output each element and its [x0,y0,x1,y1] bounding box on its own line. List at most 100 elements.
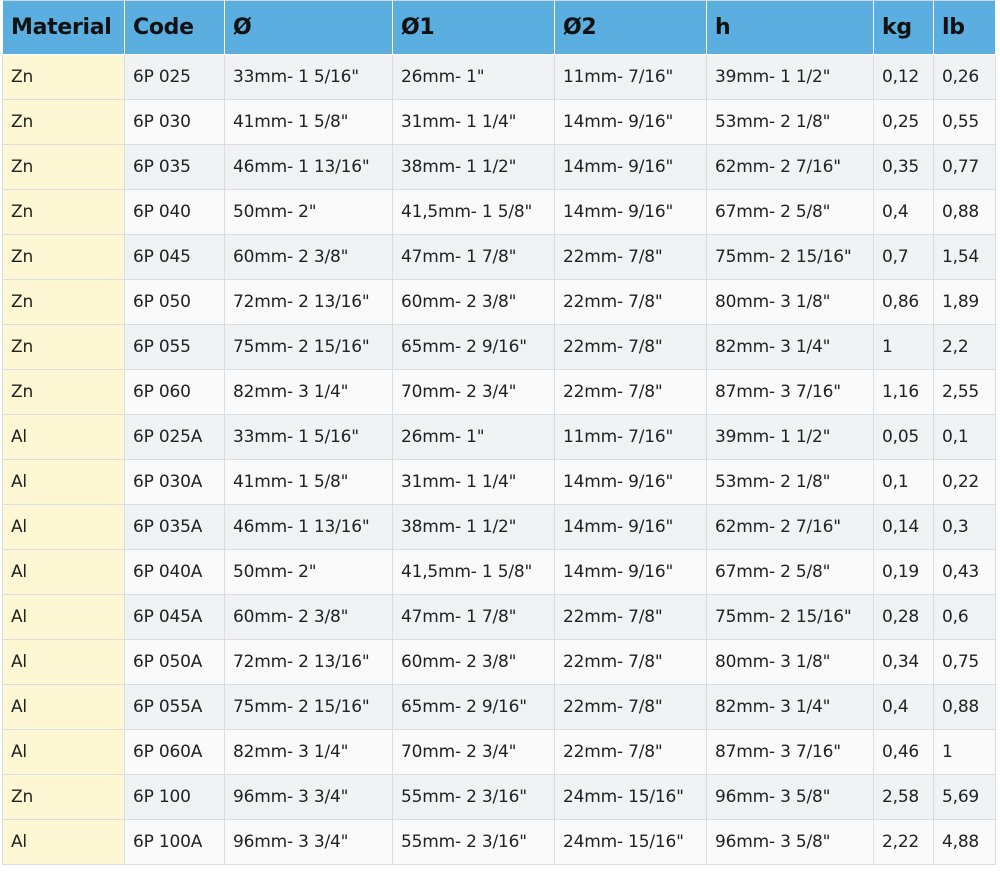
cell-diameter-1: 65mm- 2 9/16" [392,684,555,730]
cell-diameter-2: 22mm- 7/8" [554,684,707,730]
cell-weight-kg: 0,46 [873,729,934,775]
cell-weight-lb: 0,3 [933,504,996,550]
cell-diameter-2: 14mm- 9/16" [554,504,707,550]
column-header-code: Code [124,0,225,55]
cell-weight-lb: 0,55 [933,99,996,145]
cell-code: 6P 060A [124,729,225,775]
table-row: Al 6P 050A 72mm- 2 13/16" 60mm- 2 3/8" 22mm-… [2,639,996,685]
table-row: Al 6P 025A 33mm- 1 5/16" 26mm- 1" 11mm- 7/16… [2,414,996,460]
cell-material: Zn [2,234,125,280]
cell-weight-kg: 1 [873,324,934,370]
cell-code: 6P 040A [124,549,225,595]
cell-weight-lb: 0,88 [933,684,996,730]
cell-weight-lb: 0,22 [933,459,996,505]
cell-height: 80mm- 3 1/8" [706,279,874,325]
cell-height: 80mm- 3 1/8" [706,639,874,685]
cell-weight-kg: 0,86 [873,279,934,325]
cell-diameter-1: 26mm- 1" [392,414,555,460]
cell-diameter-2: 24mm- 15/16" [554,819,707,865]
cell-weight-lb: 1 [933,729,996,775]
cell-material: Zn [2,54,125,100]
cell-material: Al [2,504,125,550]
table-row: Al 6P 060A 82mm- 3 1/4" 70mm- 2 3/4" 22mm- 7… [2,729,996,775]
table-row: Zn 6P 040 50mm- 2" 41,5mm- 1 5/8" 14mm- 9/16… [2,189,996,235]
cell-height: 62mm- 2 7/16" [706,144,874,190]
cell-diameter-1: 47mm- 1 7/8" [392,234,555,280]
cell-material: Al [2,459,125,505]
cell-diameter-1: 55mm- 2 3/16" [392,819,555,865]
cell-material: Zn [2,144,125,190]
cell-diameter-1: 60mm- 2 3/8" [392,279,555,325]
cell-diameter-2: 14mm- 9/16" [554,549,707,595]
cell-height: 39mm- 1 1/2" [706,414,874,460]
cell-diameter: 33mm- 1 5/16" [224,54,393,100]
cell-diameter-1: 41,5mm- 1 5/8" [392,549,555,595]
cell-material: Zn [2,324,125,370]
cell-diameter: 41mm- 1 5/8" [224,459,393,505]
cell-diameter-2: 24mm- 15/16" [554,774,707,820]
page: Material Code Ø Ø1 Ø2 h kg lb Zn 6P 025 33mm- 1 5… [0,0,1000,877]
cell-weight-kg: 0,4 [873,684,934,730]
cell-weight-kg: 0,12 [873,54,934,100]
cell-code: 6P 030A [124,459,225,505]
cell-code: 6P 055A [124,684,225,730]
cell-weight-lb: 0,77 [933,144,996,190]
cell-weight-kg: 0,4 [873,189,934,235]
table-row: Zn 6P 035 46mm- 1 13/16" 38mm- 1 1/2" 14mm- … [2,144,996,190]
cell-diameter: 75mm- 2 15/16" [224,324,393,370]
cell-weight-lb: 5,69 [933,774,996,820]
column-header-weight-lb: lb [933,0,996,55]
cell-material: Al [2,684,125,730]
cell-diameter-1: 47mm- 1 7/8" [392,594,555,640]
cell-diameter-2: 14mm- 9/16" [554,144,707,190]
cell-height: 87mm- 3 7/16" [706,369,874,415]
column-header-diameter-1: Ø1 [392,0,555,55]
cell-diameter-2: 22mm- 7/8" [554,234,707,280]
cell-code: 6P 050A [124,639,225,685]
table-row: Zn 6P 060 82mm- 3 1/4" 70mm- 2 3/4" 22mm- 7/… [2,369,996,415]
cell-weight-lb: 2,2 [933,324,996,370]
cell-weight-lb: 0,6 [933,594,996,640]
cell-diameter: 60mm- 2 3/8" [224,594,393,640]
cell-diameter-1: 31mm- 1 1/4" [392,99,555,145]
table-row: Al 6P 030A 41mm- 1 5/8" 31mm- 1 1/4" 14mm- 9… [2,459,996,505]
cell-diameter-2: 22mm- 7/8" [554,729,707,775]
cell-weight-kg: 0,35 [873,144,934,190]
cell-material: Zn [2,99,125,145]
cell-diameter-2: 14mm- 9/16" [554,99,707,145]
table-row: Al 6P 100A 96mm- 3 3/4" 55mm- 2 3/16" 24mm- … [2,819,996,865]
cell-weight-lb: 4,88 [933,819,996,865]
cell-material: Zn [2,279,125,325]
cell-diameter-2: 14mm- 9/16" [554,459,707,505]
column-header-material: Material [2,0,125,55]
cell-material: Al [2,819,125,865]
cell-material: Al [2,594,125,640]
cell-height: 53mm- 2 1/8" [706,459,874,505]
cell-code: 6P 045A [124,594,225,640]
cell-weight-lb: 0,43 [933,549,996,595]
cell-weight-kg: 0,34 [873,639,934,685]
cell-diameter: 82mm- 3 1/4" [224,729,393,775]
cell-height: 67mm- 2 5/8" [706,549,874,595]
table-row: Zn 6P 055 75mm- 2 15/16" 65mm- 2 9/16" 22mm-… [2,324,996,370]
cell-weight-lb: 2,55 [933,369,996,415]
cell-diameter: 50mm- 2" [224,549,393,595]
cell-weight-lb: 0,1 [933,414,996,460]
cell-diameter-2: 11mm- 7/16" [554,54,707,100]
cell-material: Al [2,414,125,460]
cell-diameter-1: 70mm- 2 3/4" [392,729,555,775]
cell-material: Zn [2,189,125,235]
cell-weight-kg: 0,1 [873,459,934,505]
cell-diameter: 75mm- 2 15/16" [224,684,393,730]
cell-code: 6P 055 [124,324,225,370]
cell-height: 75mm- 2 15/16" [706,594,874,640]
cell-diameter-1: 55mm- 2 3/16" [392,774,555,820]
cell-height: 96mm- 3 5/8" [706,774,874,820]
table-row: Zn 6P 025 33mm- 1 5/16" 26mm- 1" 11mm- 7/16"… [2,54,996,100]
cell-code: 6P 100 [124,774,225,820]
cell-diameter-1: 38mm- 1 1/2" [392,504,555,550]
cell-code: 6P 025A [124,414,225,460]
cell-diameter-1: 60mm- 2 3/8" [392,639,555,685]
table-row: Zn 6P 050 72mm- 2 13/16" 60mm- 2 3/8" 22mm- … [2,279,996,325]
cell-material: Zn [2,774,125,820]
